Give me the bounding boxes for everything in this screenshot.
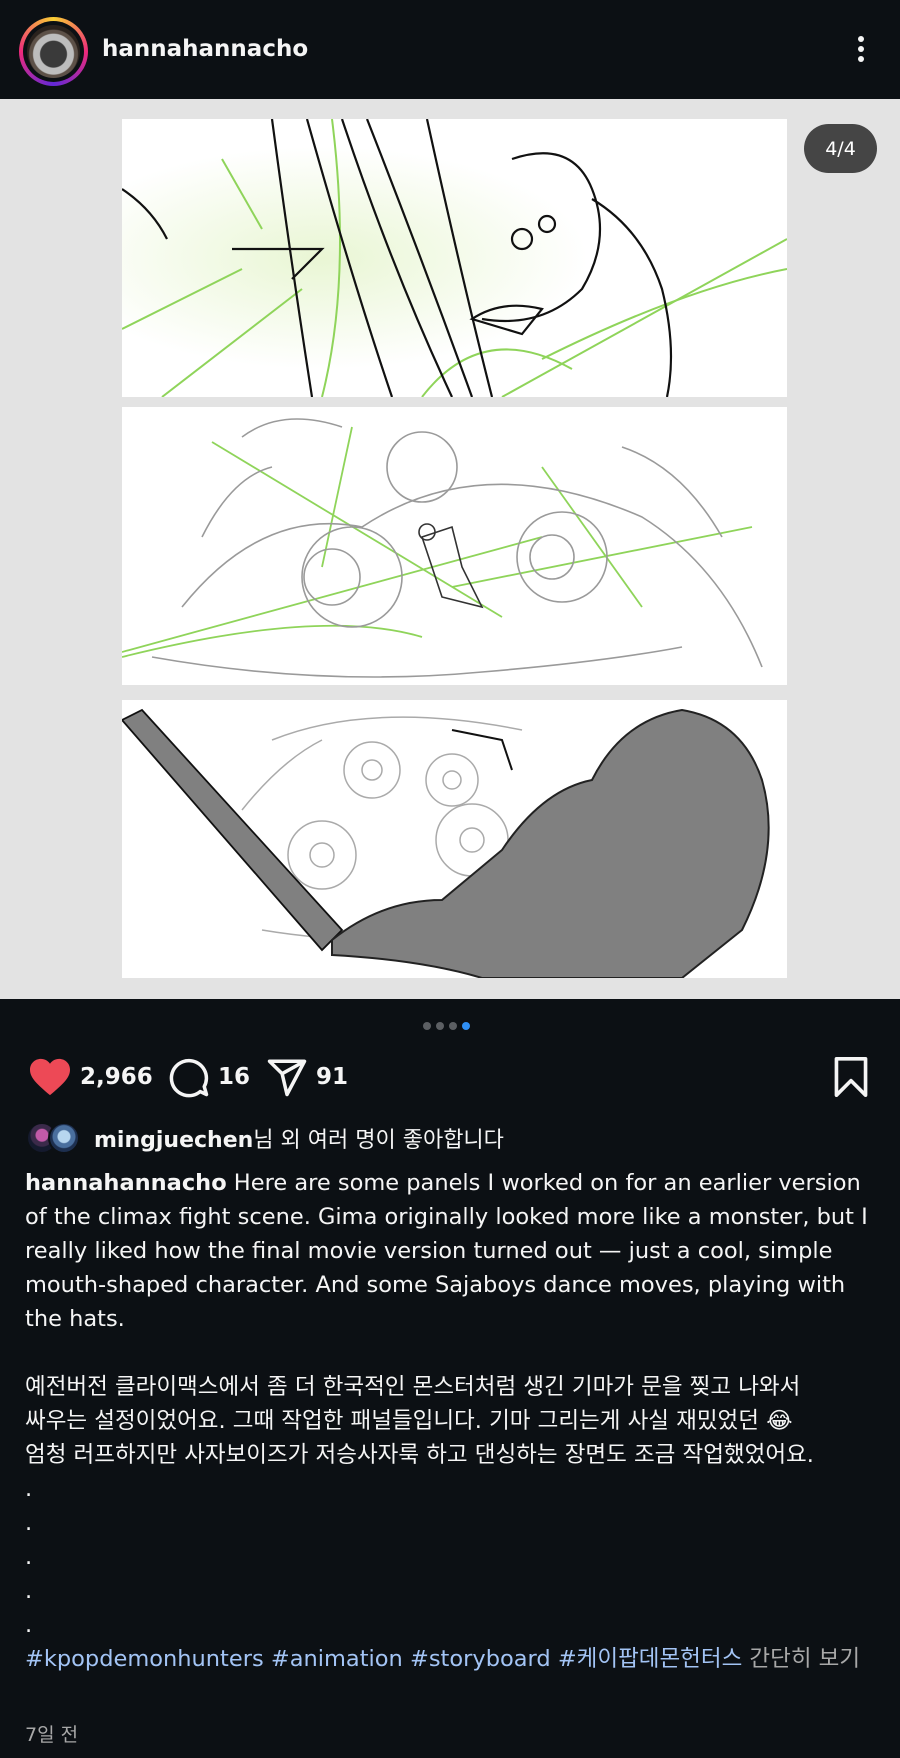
post-media-carousel[interactable]: 4/4 xyxy=(0,99,900,999)
storyboard-panel-2 xyxy=(122,407,787,685)
share-count: 91 xyxy=(316,1064,349,1090)
carousel-dot xyxy=(436,1022,444,1030)
caption-hashtags[interactable]: #kpopdemonhunters #animation #storyboard… xyxy=(25,1646,742,1672)
like-count: 2,966 xyxy=(80,1064,153,1090)
bookmark-icon xyxy=(834,1057,868,1097)
comment-count: 16 xyxy=(218,1064,251,1090)
heart-icon xyxy=(30,1058,70,1096)
carousel-indicator xyxy=(423,1022,470,1030)
caption-korean-line: 싸우는 설정이었어요. 그때 작업한 패널들입니다. 기마 그리는게 사실 재밌… xyxy=(25,1408,793,1434)
comment-icon xyxy=(169,1058,209,1098)
post-header: hannahannacho xyxy=(0,0,900,99)
liked-by-text: mingjuechen님 외 여러 명이 좋아합니다 xyxy=(94,1122,504,1154)
post-caption: hannahannacho Here are some panels I wor… xyxy=(25,1166,875,1676)
caption-korean-line: 예전버전 클라이맥스에서 좀 더 한국적인 몬스터처럼 생긴 기마가 문을 찢고… xyxy=(25,1374,801,1400)
carousel-dot-active xyxy=(462,1022,470,1030)
like-button[interactable]: 2,966 xyxy=(28,1053,153,1101)
caption-username[interactable]: hannahannacho xyxy=(25,1170,227,1196)
storyboard-panel-3 xyxy=(122,700,787,978)
liker-avatar xyxy=(48,1122,80,1154)
show-less-link[interactable]: 간단히 보기 xyxy=(742,1646,860,1672)
send-icon xyxy=(267,1059,307,1097)
post-username[interactable]: hannahannacho xyxy=(102,36,308,62)
liked-by[interactable]: mingjuechen님 외 여러 명이 좋아합니다 xyxy=(26,1118,504,1158)
caption-dot: . xyxy=(25,1578,33,1604)
liked-by-suffix: 님 외 여러 명이 좋아합니다 xyxy=(253,1128,504,1153)
share-button[interactable]: 91 xyxy=(266,1053,348,1101)
post-actions: 2,966 16 91 xyxy=(0,1053,900,1101)
comment-button[interactable]: 16 xyxy=(168,1053,250,1101)
profile-avatar[interactable] xyxy=(27,25,80,78)
caption-dot: . xyxy=(25,1544,33,1570)
liker-username[interactable]: mingjuechen xyxy=(94,1128,253,1153)
carousel-dot xyxy=(449,1022,457,1030)
post-timestamp: 7일 전 xyxy=(25,1724,79,1746)
storyboard-panel-1 xyxy=(122,119,787,397)
carousel-dot xyxy=(423,1022,431,1030)
caption-dot: . xyxy=(25,1612,33,1638)
caption-korean-line: 엄청 러프하지만 사자보이즈가 저승사자룩 하고 댄싱하는 장면도 조금 작업했… xyxy=(25,1442,814,1468)
caption-dot: . xyxy=(25,1510,33,1536)
carousel-page-counter: 4/4 xyxy=(804,124,877,173)
more-vertical-icon[interactable] xyxy=(848,36,874,70)
save-button[interactable] xyxy=(832,1057,870,1101)
caption-dot: . xyxy=(25,1476,33,1502)
